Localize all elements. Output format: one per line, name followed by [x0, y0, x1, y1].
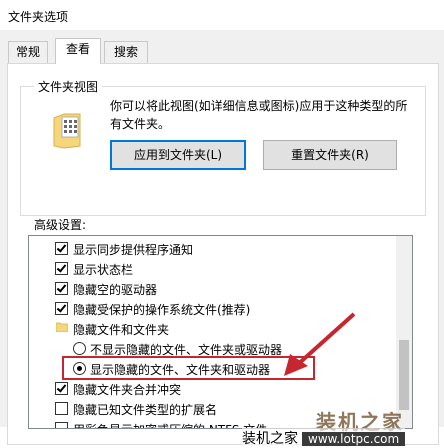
advanced-settings-label: 高级设置:: [34, 218, 87, 232]
apply-to-folders-button[interactable]: 应用到文件夹(L): [110, 140, 246, 170]
reset-folders-button[interactable]: 重置文件夹(R): [263, 140, 397, 170]
folder-icon: [56, 322, 68, 332]
title-bar: 文件夹选项: [0, 0, 444, 31]
tab-search[interactable]: 搜索: [104, 41, 148, 63]
scrollbar-thumb[interactable]: [399, 340, 409, 410]
window-title: 文件夹选项: [8, 10, 69, 24]
folder-view-icon: [53, 113, 81, 149]
radio-button[interactable]: [73, 342, 86, 355]
checkbox[interactable]: [55, 422, 68, 428]
list-item[interactable]: 显示状态栏: [29, 258, 395, 278]
highlight-box: [62, 356, 315, 380]
list-item[interactable]: 隐藏空的驱动器: [29, 278, 395, 298]
tab-view[interactable]: 查看: [55, 38, 101, 64]
tab-general[interactable]: 常规: [8, 41, 48, 63]
checkbox[interactable]: [55, 382, 68, 395]
list-scrollbar[interactable]: [396, 236, 412, 428]
checkbox[interactable]: [55, 262, 68, 275]
folder-views-description: 你可以将此视图(如详细信息或图标)应用于这种类型的所有文件夹。: [110, 99, 408, 131]
list-item[interactable]: 隐藏文件夹合并冲突: [29, 378, 395, 398]
checkbox[interactable]: [55, 282, 68, 295]
watermark-caption: 装机之家 www.lotpc.com: [242, 428, 406, 448]
watermark-brand-small: 装机之家: [242, 431, 298, 447]
list-item[interactable]: 显示同步提供程序通知: [29, 238, 395, 258]
watermark-url: www.lotpc.com: [302, 432, 406, 446]
folder-options-dialog: 常规 查看 搜索 文件夹视图 你可以将此视图(如详细信息或图标)应用于这种类型的…: [0, 30, 444, 448]
annotation-arrow-icon: [284, 312, 356, 376]
checkbox[interactable]: [55, 302, 68, 315]
folder-views-label: 文件夹视图: [34, 78, 103, 95]
checkbox[interactable]: [55, 242, 68, 255]
checkbox[interactable]: [55, 402, 68, 415]
